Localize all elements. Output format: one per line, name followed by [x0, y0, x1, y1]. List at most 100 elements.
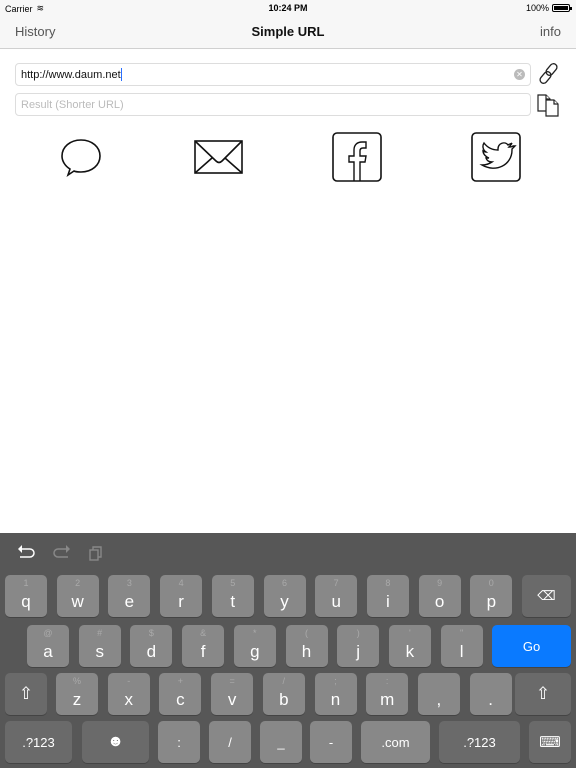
result-field[interactable]: Result (Shorter URL): [15, 93, 531, 116]
twitter-icon[interactable]: [471, 132, 521, 182]
result-placeholder: Result (Shorter URL): [21, 98, 124, 111]
mail-icon[interactable]: [194, 132, 244, 182]
key-secondary-label: 4: [178, 578, 184, 588]
numbers-key-right[interactable]: .?123: [439, 721, 520, 763]
paste-icon[interactable]: [88, 543, 104, 563]
key-slash[interactable]: /: [209, 721, 251, 763]
dotcom-key[interactable]: .com: [361, 721, 430, 763]
key-d[interactable]: $ d: [130, 625, 173, 667]
key-m[interactable]: :m: [366, 673, 409, 715]
dismiss-keyboard-key[interactable]: ⌨: [529, 721, 571, 763]
key-v[interactable]: = v: [211, 673, 254, 715]
key-x[interactable]: -x: [107, 673, 150, 715]
key-secondary-label: 2: [75, 578, 81, 588]
key-k[interactable]: ' k: [388, 625, 431, 667]
emoji-key-label: ☻: [82, 721, 149, 763]
key-p[interactable]: 0p: [470, 575, 513, 617]
dotcom-key-label: .com: [381, 734, 410, 750]
url-input[interactable]: http://www.daum.net ✕: [15, 63, 531, 86]
message-icon[interactable]: [56, 132, 106, 182]
key-b[interactable]: / b: [262, 673, 305, 715]
emoji-icon: ☻: [107, 733, 124, 750]
key-o[interactable]: 9o: [418, 575, 461, 617]
key-w[interactable]: 2w: [56, 575, 99, 617]
go-key[interactable]: Go: [492, 625, 571, 667]
key-f[interactable]: & f: [182, 625, 225, 667]
key-primary-label: q: [21, 592, 31, 611]
shift-key-right-label: ⇧: [515, 673, 571, 715]
shift-icon: ⇧: [18, 684, 34, 703]
key-y[interactable]: 6y: [263, 575, 306, 617]
key-underscore[interactable]: _: [260, 721, 302, 763]
key-primary-label: u: [331, 592, 341, 611]
key-g[interactable]: * g: [233, 625, 276, 667]
info-button[interactable]: info: [540, 24, 561, 39]
key-secondary-label: %: [72, 676, 81, 686]
key-h[interactable]: (h: [285, 625, 328, 667]
key-l[interactable]: " l: [440, 625, 483, 667]
key-secondary-label: 1: [23, 578, 29, 588]
key-secondary-label: ': [409, 628, 411, 638]
copy-icon[interactable]: [536, 92, 562, 118]
key-s[interactable]: # s: [78, 625, 121, 667]
key-primary-label: l: [459, 642, 464, 661]
key-underscore-label: _: [277, 734, 285, 750]
key-secondary-label: @: [43, 628, 53, 638]
redo-icon[interactable]: [52, 543, 70, 563]
key-comma[interactable]: ,: [417, 673, 460, 715]
numbers-key-left-label: .?123: [22, 734, 55, 750]
key-z[interactable]: % z: [56, 673, 98, 715]
dismiss-keyboard-key-label: ⌨: [529, 721, 571, 763]
key-primary-label: t: [230, 592, 236, 611]
key-i[interactable]: 8i: [366, 575, 409, 617]
key-secondary-label: 3: [126, 578, 132, 588]
key-q[interactable]: 1q: [5, 575, 47, 617]
key-primary-label: h: [301, 642, 312, 661]
key-dash[interactable]: -: [310, 721, 352, 763]
shift-key-right[interactable]: ⇧: [515, 673, 571, 715]
key-primary-label: p: [486, 592, 497, 611]
facebook-icon[interactable]: [332, 132, 382, 182]
shift-key-left[interactable]: ⇧: [5, 673, 47, 715]
key-primary-label: r: [178, 592, 184, 611]
key-primary-label: s: [95, 642, 104, 661]
key-u[interactable]: 7u: [315, 575, 358, 617]
key-primary-label: c: [176, 690, 185, 709]
key-r[interactable]: 4r: [160, 575, 203, 617]
key-secondary-label: /: [282, 676, 286, 686]
key-secondary-label: 5: [230, 578, 236, 588]
link-icon[interactable]: [536, 61, 562, 87]
key-primary-label: w: [71, 592, 84, 611]
key-primary-label: i: [386, 592, 390, 611]
clear-icon[interactable]: ✕: [514, 69, 525, 80]
undo-icon[interactable]: [18, 543, 36, 563]
key-secondary-label: 8: [385, 578, 391, 588]
key-period[interactable]: .: [469, 673, 512, 715]
shift-icon: ⇧: [535, 684, 551, 703]
key-dash-label: -: [328, 734, 334, 750]
key-primary-label: x: [124, 690, 133, 709]
key-primary-label: z: [72, 690, 82, 709]
key-e[interactable]: 3e: [108, 575, 151, 617]
emoji-key[interactable]: ☻: [82, 721, 149, 763]
key-n[interactable]: ; n: [314, 673, 357, 715]
key-secondary-label: ": [459, 628, 464, 638]
key-c[interactable]: + c: [159, 673, 202, 715]
key-a[interactable]: @ a: [27, 625, 69, 667]
backspace-key[interactable]: ⌫: [522, 575, 571, 617]
key-secondary-label: -: [127, 676, 131, 686]
key-j[interactable]: ) j: [337, 625, 380, 667]
numbers-key-right-label: .?123: [463, 734, 496, 750]
key-secondary-label: 0: [488, 578, 494, 588]
key-secondary-label: +: [177, 676, 184, 686]
key-primary-label: m: [380, 690, 395, 709]
nav-bar: History Simple URL info: [0, 16, 576, 49]
clock: 10:24 PM: [268, 3, 308, 13]
battery-icon: [552, 4, 572, 12]
key-primary-label: j: [356, 642, 361, 661]
numbers-key-left[interactable]: .?123: [5, 721, 72, 763]
key-t[interactable]: 5t: [211, 575, 254, 617]
key-colon[interactable]: :: [158, 721, 200, 763]
battery-label: 100%: [525, 3, 549, 13]
key-secondary-label: #: [97, 628, 103, 638]
